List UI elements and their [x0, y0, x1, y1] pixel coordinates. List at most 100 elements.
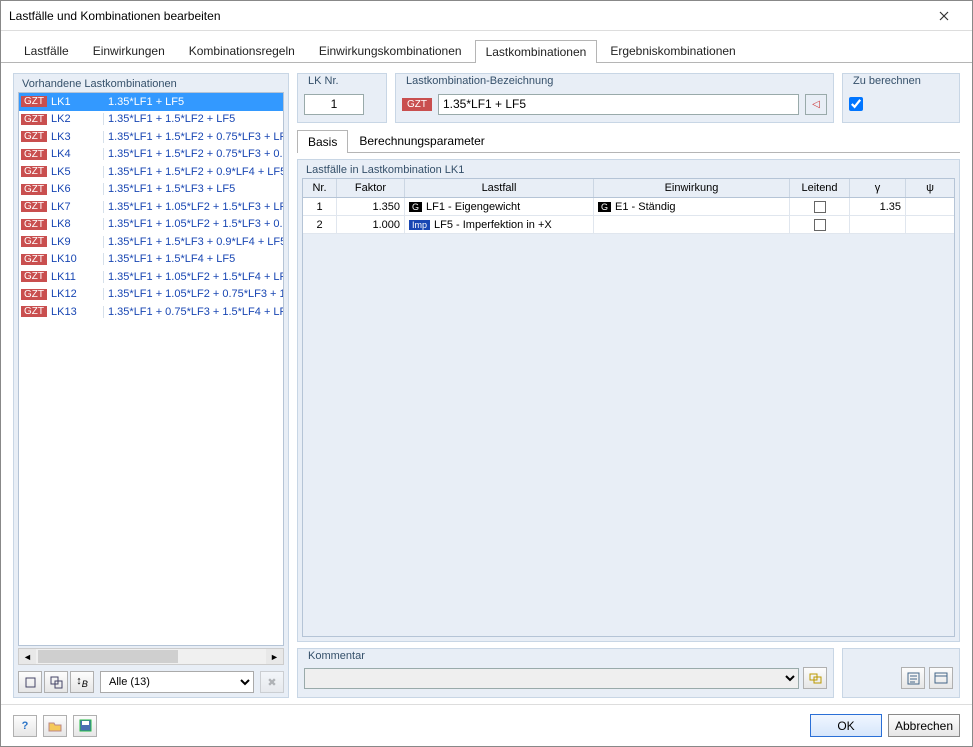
- comment-label: Kommentar: [304, 648, 369, 664]
- combo-row[interactable]: GZTLK31.35*LF1 + 1.5*LF2 + 0.75*LF3 + LF…: [19, 128, 283, 146]
- help-button[interactable]: ?: [13, 715, 37, 737]
- tab-ergebniskombinationen[interactable]: Ergebniskombinationen: [599, 39, 746, 62]
- calc-checkbox[interactable]: [849, 97, 863, 111]
- gzt-badge: GZT: [21, 236, 47, 247]
- cancel-button[interactable]: Abbrechen: [888, 714, 960, 737]
- bezeichnung-label: Lastkombination-Bezeichnung: [402, 73, 557, 89]
- gzt-badge: GZT: [21, 306, 47, 317]
- tab-lastfaelle[interactable]: Lastfälle: [13, 39, 80, 62]
- comment-input[interactable]: [304, 668, 799, 689]
- combo-row[interactable]: GZTLK121.35*LF1 + 1.05*LF2 + 0.75*LF3 + …: [19, 286, 283, 304]
- col-nr[interactable]: Nr.: [303, 179, 337, 197]
- col-einwirkung[interactable]: Einwirkung: [594, 179, 790, 197]
- combo-list[interactable]: GZT LK1 1.35*LF1 + LF5 GZTLK21.35*LF1 + …: [18, 92, 284, 646]
- view-button[interactable]: [929, 667, 953, 689]
- tab-lastkombinationen[interactable]: Lastkombinationen: [475, 40, 598, 63]
- details-button[interactable]: [901, 667, 925, 689]
- loadcases-panel: Lastfälle in Lastkombination LK1 Nr. Fak…: [297, 159, 960, 642]
- combo-formula: 1.35*LF1 + 0.75*LF3 + 1.5*LF4 + LF5: [103, 306, 283, 318]
- restore-name-button[interactable]: ◁: [805, 94, 827, 115]
- combo-row[interactable]: GZTLK61.35*LF1 + 1.5*LF3 + LF5: [19, 181, 283, 199]
- ok-button[interactable]: OK: [810, 714, 882, 737]
- gzt-badge: GZT: [21, 289, 47, 300]
- cell-nr: 2: [303, 216, 337, 233]
- sort-button[interactable]: ↕B: [70, 671, 94, 693]
- combo-row[interactable]: GZTLK71.35*LF1 + 1.05*LF2 + 1.5*LF3 + LF…: [19, 198, 283, 216]
- combo-formula: 1.35*LF1 + 1.5*LF2 + 0.75*LF3 + 0.9: [103, 148, 283, 160]
- filter-select[interactable]: Alle (13): [100, 671, 254, 693]
- cell-faktor[interactable]: 1.000: [337, 216, 405, 233]
- calc-label: Zu berechnen: [849, 73, 925, 89]
- col-faktor[interactable]: Faktor: [337, 179, 405, 197]
- checkbox-icon[interactable]: [814, 219, 826, 231]
- list-hscrollbar[interactable]: ◄ ►: [18, 648, 284, 665]
- delete-combo-button[interactable]: ✖: [260, 671, 284, 693]
- combo-formula: 1.35*LF1 + 1.5*LF2 + LF5: [103, 113, 283, 125]
- tab-einwirkungen[interactable]: Einwirkungen: [82, 39, 176, 62]
- checkbox-icon[interactable]: [814, 201, 826, 213]
- copy-combo-button[interactable]: [44, 671, 68, 693]
- combo-row[interactable]: GZTLK81.35*LF1 + 1.05*LF2 + 1.5*LF3 + 0.…: [19, 216, 283, 234]
- cell-nr: 1: [303, 198, 337, 215]
- gzt-badge: GZT: [21, 201, 47, 212]
- combo-row[interactable]: GZTLK41.35*LF1 + 1.5*LF2 + 0.75*LF3 + 0.…: [19, 146, 283, 164]
- cell-einwirkung[interactable]: [594, 216, 790, 233]
- titlebar: Lastfälle und Kombinationen bearbeiten: [1, 1, 972, 31]
- cell-lf-text: LF5 - Imperfektion in +X: [434, 219, 552, 231]
- gzt-badge: GZT: [21, 114, 47, 125]
- sub-tabstrip: Basis Berechnungsparameter: [297, 129, 960, 153]
- open-button[interactable]: [43, 715, 67, 737]
- combo-row[interactable]: GZT LK1 1.35*LF1 + LF5: [19, 93, 283, 111]
- lknr-input[interactable]: [304, 94, 364, 115]
- list-toolbar: ↕B Alle (13) ✖: [14, 667, 288, 697]
- cell-faktor[interactable]: 1.350: [337, 198, 405, 215]
- combo-formula: 1.35*LF1 + 1.5*LF2 + 0.75*LF3 + LF5: [103, 131, 283, 143]
- col-lastfall[interactable]: Lastfall: [405, 179, 594, 197]
- new-combo-button[interactable]: [18, 671, 42, 693]
- cell-leitend[interactable]: [790, 216, 850, 233]
- tag-g-icon: G: [409, 202, 422, 212]
- combo-name: LK8: [51, 218, 103, 230]
- col-leitend[interactable]: Leitend: [790, 179, 850, 197]
- loadcases-grid[interactable]: Nr. Faktor Lastfall Einwirkung Leitend γ…: [302, 178, 955, 637]
- calc-group: Zu berechnen: [842, 73, 960, 123]
- combo-name: LK12: [51, 288, 103, 300]
- combo-list-panel: Vorhandene Lastkombinationen GZT LK1 1.3…: [13, 73, 289, 698]
- combo-formula: 1.35*LF1 + 1.5*LF2 + 0.9*LF4 + LF5: [103, 166, 283, 178]
- subtab-parameter[interactable]: Berechnungsparameter: [348, 129, 495, 152]
- cell-lastfall[interactable]: Imp LF5 - Imperfektion in +X: [405, 216, 594, 233]
- subtab-basis[interactable]: Basis: [297, 130, 348, 153]
- scroll-left-icon[interactable]: ◄: [19, 649, 36, 664]
- comment-pick-button[interactable]: [803, 667, 827, 689]
- scroll-right-icon[interactable]: ►: [266, 649, 283, 664]
- combo-formula: 1.35*LF1 + 1.5*LF3 + 0.9*LF4 + LF5: [103, 236, 283, 248]
- combo-name: LK2: [51, 113, 103, 125]
- col-psi[interactable]: ψ: [906, 179, 954, 197]
- combo-row[interactable]: GZTLK111.35*LF1 + 1.05*LF2 + 1.5*LF4 + L…: [19, 268, 283, 286]
- combo-row[interactable]: GZTLK131.35*LF1 + 0.75*LF3 + 1.5*LF4 + L…: [19, 303, 283, 321]
- combo-row[interactable]: GZT LK21.35*LF1 + 1.5*LF2 + LF5: [19, 111, 283, 129]
- cell-leitend[interactable]: [790, 198, 850, 215]
- grid-row[interactable]: 2 1.000 Imp LF5 - Imperfektion in +X: [303, 216, 954, 234]
- grid-row[interactable]: 1 1.350 GLF1 - Eigengewicht GE1 - Ständi…: [303, 198, 954, 216]
- save-button[interactable]: [73, 715, 97, 737]
- combo-formula: 1.35*LF1 + 1.5*LF3 + LF5: [103, 183, 283, 195]
- bezeichnung-input[interactable]: [438, 94, 799, 115]
- cell-lastfall[interactable]: GLF1 - Eigengewicht: [405, 198, 594, 215]
- tab-kombinationsregeln[interactable]: Kombinationsregeln: [178, 39, 306, 62]
- combo-row[interactable]: GZTLK91.35*LF1 + 1.5*LF3 + 0.9*LF4 + LF5: [19, 233, 283, 251]
- cell-gamma: [850, 216, 906, 233]
- scroll-thumb[interactable]: [38, 650, 178, 663]
- combo-name: LK5: [51, 166, 103, 178]
- cell-einwirkung[interactable]: GE1 - Ständig: [594, 198, 790, 215]
- close-button[interactable]: [924, 2, 964, 30]
- combo-formula: 1.35*LF1 + 1.5*LF4 + LF5: [103, 253, 283, 265]
- tag-imp-icon: Imp: [409, 220, 430, 230]
- tab-einwirkungskombinationen[interactable]: Einwirkungskombinationen: [308, 39, 473, 62]
- gzt-badge: GZT: [21, 131, 47, 142]
- col-gamma[interactable]: γ: [850, 179, 906, 197]
- combo-row[interactable]: GZTLK101.35*LF1 + 1.5*LF4 + LF5: [19, 251, 283, 269]
- combo-row[interactable]: GZTLK51.35*LF1 + 1.5*LF2 + 0.9*LF4 + LF5: [19, 163, 283, 181]
- gzt-badge: GZT: [21, 254, 47, 265]
- dialog-footer: ? OK Abbrechen: [1, 704, 972, 746]
